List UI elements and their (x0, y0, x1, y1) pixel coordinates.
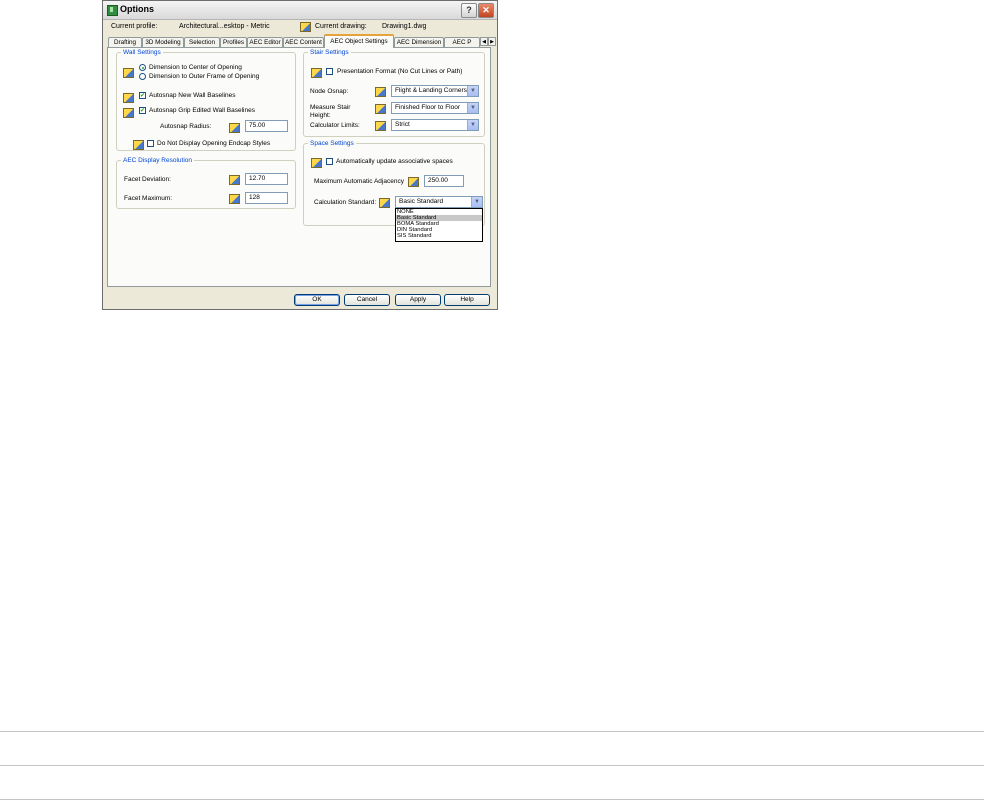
adjacency-input[interactable]: 250.00 (424, 175, 464, 187)
close-icon[interactable]: ✕ (478, 3, 494, 18)
drawing-default-icon (133, 140, 144, 150)
profile-label: Current profile: (111, 23, 158, 30)
drawing-default-icon (375, 104, 386, 114)
drawing-default-icon (229, 194, 240, 204)
chevron-down-icon[interactable]: ▼ (467, 86, 478, 96)
tab-profiles[interactable]: Profiles (220, 37, 247, 47)
dimension-center-label: Dimension to Center of Opening (149, 64, 242, 71)
measure-stair-label: Measure Stair (310, 104, 351, 111)
drawing-label: Current drawing: (315, 23, 367, 30)
window-title: Options (120, 4, 154, 14)
calc-limits-label: Calculator Limits: (310, 122, 360, 129)
app-icon (107, 5, 118, 16)
divider (0, 765, 984, 766)
tab-drafting[interactable]: Drafting (108, 37, 142, 47)
facet-maximum-label: Facet Maximum: (124, 195, 173, 202)
tab-aec-editor[interactable]: AEC Editor (247, 37, 283, 47)
adjacency-label: Maximum Automatic Adjacency (314, 178, 404, 185)
auto-update-checkbox[interactable] (326, 158, 333, 165)
facet-deviation-label: Facet Deviation: (124, 176, 171, 183)
autosnap-grip-label: Autosnap Grip Edited Wall Baselines (149, 107, 255, 114)
measure-stair-select[interactable]: Finished Floor to Floor ▼ (391, 102, 479, 114)
calc-standard-dropdown: NONE Basic Standard BOMA Standard DIN St… (395, 208, 483, 242)
options-dialog: Options ? ✕ Current profile: Architectur… (102, 0, 498, 310)
tab-panel: Wall Settings Dimension to Center of Ope… (107, 47, 491, 287)
dimension-outer-label: Dimension to Outer Frame of Opening (149, 73, 260, 80)
tab-aec-p[interactable]: AEC P (444, 37, 480, 47)
title-bar[interactable]: Options ? ✕ (103, 1, 497, 20)
chevron-down-icon[interactable]: ▼ (471, 197, 482, 207)
display-resolution-legend: AEC Display Resolution (123, 157, 193, 164)
drawing-default-icon (229, 175, 240, 185)
presentation-format-label: Presentation Format (No Cut Lines or Pat… (337, 68, 463, 75)
tab-scroll-right-icon[interactable]: ▶ (488, 37, 496, 46)
profile-value: Architectural...esktop - Metric (179, 23, 270, 30)
calc-standard-select[interactable]: Basic Standard ▼ (395, 196, 483, 208)
drawing-default-icon (375, 121, 386, 131)
measure-stair-label-2: Height: (310, 112, 331, 119)
presentation-format-checkbox[interactable] (326, 68, 333, 75)
autosnap-radius-input[interactable]: 75.00 (245, 120, 288, 132)
drawing-default-icon (123, 93, 134, 103)
tab-3d-modeling[interactable]: 3D Modeling (142, 37, 184, 47)
calc-limits-value: Strict (395, 121, 410, 128)
autosnap-new-checkbox[interactable]: ✔ (139, 92, 146, 99)
autosnap-grip-checkbox[interactable]: ✔ (139, 107, 146, 114)
divider (0, 731, 984, 732)
drawing-icon (300, 22, 311, 32)
tab-aec-dimension[interactable]: AEC Dimension (394, 37, 444, 47)
dropdown-option[interactable]: SIS Standard (396, 233, 482, 239)
drawing-default-icon (408, 177, 419, 187)
calc-standard-label: Calculation Standard: (314, 199, 377, 206)
ok-button[interactable]: OK (294, 294, 340, 306)
dimension-outer-radio[interactable] (139, 73, 146, 80)
facet-maximum-input[interactable]: 128 (245, 192, 288, 204)
drawing-default-icon (375, 87, 386, 97)
apply-button[interactable]: Apply (395, 294, 441, 306)
wall-settings-legend: Wall Settings (123, 49, 161, 56)
autosnap-new-label: Autosnap New Wall Baselines (149, 92, 236, 99)
tab-selection[interactable]: Selection (184, 37, 220, 47)
node-osnap-value: Flight & Landing Corners (395, 87, 467, 94)
drawing-default-icon (123, 68, 134, 78)
tab-scroll-left-icon[interactable]: ◀ (480, 37, 488, 46)
auto-update-label: Automatically update associative spaces (336, 158, 453, 165)
stair-settings-legend: Stair Settings (310, 49, 349, 56)
dimension-center-radio[interactable] (139, 64, 146, 71)
node-osnap-select[interactable]: Flight & Landing Corners ▼ (391, 85, 479, 97)
autosnap-radius-label: Autosnap Radius: (160, 123, 212, 130)
help-button[interactable]: Help (444, 294, 490, 306)
divider (0, 799, 984, 800)
chevron-down-icon[interactable]: ▼ (467, 103, 478, 113)
drawing-default-icon (379, 198, 390, 208)
facet-deviation-input[interactable]: 12.70 (245, 173, 288, 185)
space-settings-legend: Space Settings (310, 140, 354, 147)
chevron-down-icon[interactable]: ▼ (467, 120, 478, 130)
endcap-label: Do Not Display Opening Endcap Styles (157, 140, 271, 147)
calc-limits-select[interactable]: Strict ▼ (391, 119, 479, 131)
cancel-button[interactable]: Cancel (344, 294, 390, 306)
tab-aec-object-settings[interactable]: AEC Object Settings (324, 34, 394, 48)
drawing-default-icon (311, 158, 322, 168)
measure-stair-value: Finished Floor to Floor (395, 104, 461, 111)
tab-aec-content[interactable]: AEC Content (283, 37, 324, 47)
drawing-value: Drawing1.dwg (382, 23, 427, 30)
endcap-checkbox[interactable] (147, 140, 154, 147)
node-osnap-label: Node Osnap: (310, 88, 349, 95)
calc-standard-value: Basic Standard (399, 198, 444, 205)
drawing-default-icon (123, 108, 134, 118)
help-icon[interactable]: ? (461, 3, 477, 18)
drawing-default-icon (229, 123, 240, 133)
drawing-default-icon (311, 68, 322, 78)
